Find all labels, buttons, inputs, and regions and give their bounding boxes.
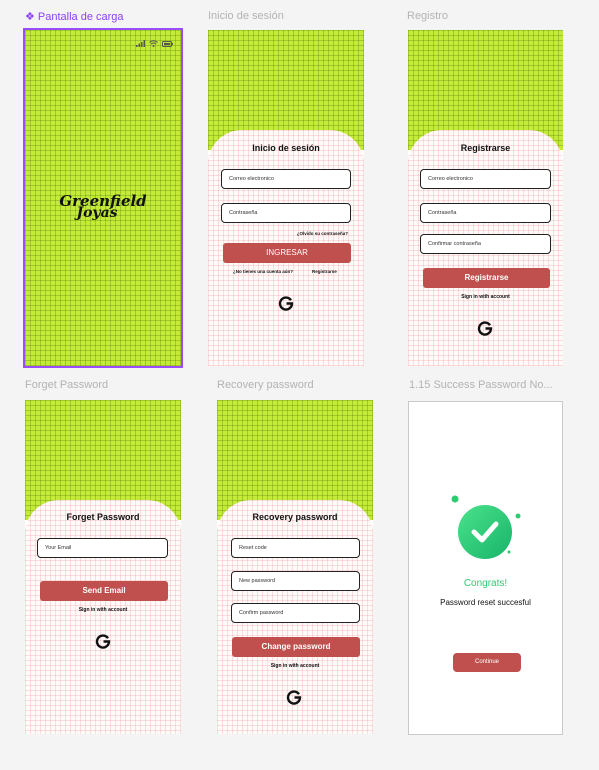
recovery-card: Recovery password Reset code New passwor… [217, 500, 373, 734]
forgot-password-link[interactable]: ¿Olvido su contraseña? [297, 231, 348, 236]
email-field[interactable]: Your Email [37, 538, 168, 558]
password-field[interactable]: Contraseña [420, 203, 551, 223]
confetti-dot [507, 550, 511, 554]
splash-frame[interactable]: Greenfield Joyas [23, 28, 183, 368]
frame-label-login[interactable]: Inicio de sesión [208, 10, 284, 22]
google-signin-text[interactable]: Sign in with account [25, 607, 181, 613]
confetti-dot [451, 495, 459, 503]
reset-code-field[interactable]: Reset code [231, 538, 360, 558]
status-bar [136, 40, 173, 47]
email-field[interactable]: Correo electronico [420, 169, 551, 189]
frame-label-forget[interactable]: Forget Password [25, 379, 108, 391]
password-field[interactable]: Contraseña [221, 203, 351, 223]
register-button[interactable]: Registrarse [423, 268, 550, 288]
google-icon[interactable] [95, 633, 111, 649]
no-account-text: ¿No tienes una cuenta aún? [233, 269, 294, 274]
google-icon[interactable] [477, 320, 493, 336]
logo-line-2: Joyas [76, 205, 118, 221]
signal-icon [136, 40, 145, 47]
login-button[interactable]: INGRESAR [223, 243, 351, 263]
success-frame[interactable]: Congrats! Password reset succesful Conti… [408, 401, 563, 735]
check-circle [458, 505, 512, 559]
google-signin-text[interactable]: Sign in with account [217, 663, 373, 669]
register-card: Registrarse Correo electronico Contraseñ… [408, 130, 563, 366]
wifi-icon [149, 40, 158, 47]
google-signin-text[interactable]: Sign in with account [408, 294, 563, 300]
page-title: Recovery password [252, 512, 338, 522]
battery-icon [162, 40, 173, 47]
success-message: Password reset succesful [440, 598, 531, 607]
new-password-field[interactable]: New password [231, 571, 360, 591]
forget-frame[interactable]: Forget Password Your Email Send Email Si… [25, 400, 181, 734]
confetti-dot [515, 513, 521, 519]
continue-button[interactable]: Continue [453, 653, 521, 672]
frame-label-register[interactable]: Registro [407, 10, 448, 22]
change-password-button[interactable]: Change password [232, 637, 360, 657]
page-title: Inicio de sesión [252, 143, 320, 153]
register-frame[interactable]: Registrarse Correo electronico Contraseñ… [408, 30, 563, 366]
register-link[interactable]: Registrarse [312, 269, 337, 274]
login-card: Inicio de sesión Correo electronico Cont… [208, 130, 364, 366]
page-title: Registrarse [460, 143, 511, 153]
send-email-button[interactable]: Send Email [40, 581, 168, 601]
frame-label-success[interactable]: 1.15 Success Password No... [409, 379, 553, 391]
success-illustration [451, 495, 521, 559]
email-field[interactable]: Correo electronico [221, 169, 351, 189]
forget-card: Forget Password Your Email Send Email Si… [25, 500, 181, 734]
confirm-password-field[interactable]: Confirmar contraseña [420, 234, 551, 254]
confirm-password-field[interactable]: Confirm password [231, 603, 360, 623]
frame-label-recovery[interactable]: Recovery password [217, 379, 314, 391]
page-title: Forget Password [66, 512, 140, 522]
google-icon[interactable] [286, 689, 302, 705]
brand-logo: Greenfield Joyas [25, 194, 181, 221]
frame-label-splash[interactable]: ❖ Pantalla de carga [25, 10, 124, 23]
recovery-frame[interactable]: Recovery password Reset code New passwor… [217, 400, 373, 734]
congrats-heading: Congrats! [463, 578, 508, 589]
login-frame[interactable]: Inicio de sesión Correo electronico Cont… [208, 30, 364, 366]
google-icon[interactable] [278, 295, 294, 311]
